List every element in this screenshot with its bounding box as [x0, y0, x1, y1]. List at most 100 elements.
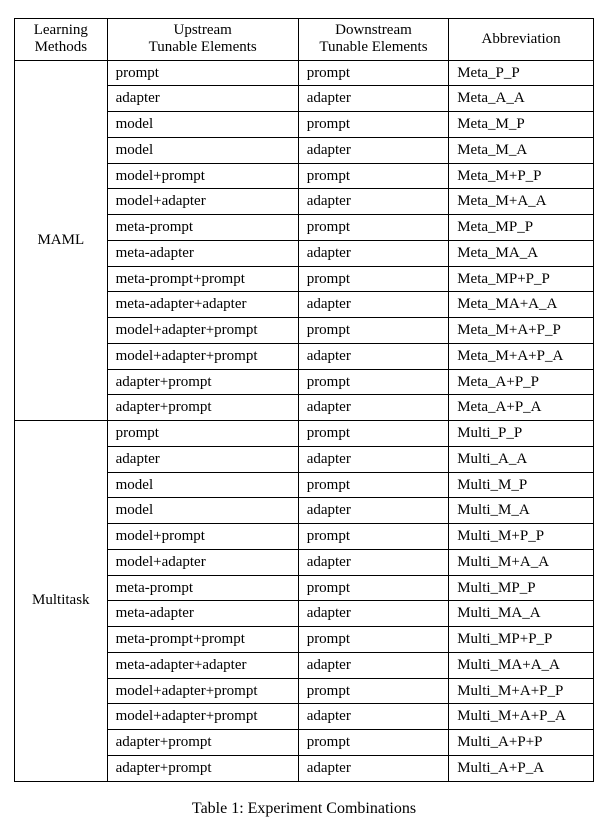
abbr-cell: Multi_A+P+P: [449, 730, 594, 756]
abbr-cell: Multi_M+P_P: [449, 524, 594, 550]
downstream-cell: prompt: [298, 524, 449, 550]
abbr-cell: Meta_MP_P: [449, 215, 594, 241]
upstream-cell: model+adapter: [107, 189, 298, 215]
abbr-cell: Meta_MA_A: [449, 240, 594, 266]
abbr-cell: Multi_M_P: [449, 472, 594, 498]
table-caption: Table 1: Experiment Combinations: [14, 800, 594, 818]
downstream-cell: prompt: [298, 678, 449, 704]
header-text: Tunable Elements: [149, 39, 257, 55]
learning-method-cell: Multitask: [15, 421, 108, 782]
group-maml: MAMLpromptpromptMeta_P_PadapteradapterMe…: [15, 60, 594, 421]
abbr-cell: Multi_M_A: [449, 498, 594, 524]
header-text: Downstream: [335, 22, 412, 38]
abbr-cell: Multi_A_A: [449, 446, 594, 472]
upstream-cell: meta-adapter: [107, 601, 298, 627]
abbr-cell: Meta_M+P_P: [449, 163, 594, 189]
upstream-cell: prompt: [107, 421, 298, 447]
downstream-cell: adapter: [298, 652, 449, 678]
upstream-cell: model+adapter+prompt: [107, 318, 298, 344]
downstream-cell: adapter: [298, 240, 449, 266]
downstream-cell: prompt: [298, 575, 449, 601]
table-row: MAMLpromptpromptMeta_P_P: [15, 60, 594, 86]
upstream-cell: model+adapter+prompt: [107, 678, 298, 704]
downstream-cell: adapter: [298, 343, 449, 369]
downstream-cell: adapter: [298, 395, 449, 421]
abbr-cell: Meta_MA+A_A: [449, 292, 594, 318]
downstream-cell: prompt: [298, 472, 449, 498]
downstream-cell: prompt: [298, 60, 449, 86]
upstream-cell: adapter: [107, 86, 298, 112]
downstream-cell: prompt: [298, 730, 449, 756]
upstream-cell: meta-prompt: [107, 215, 298, 241]
table-row: MultitaskpromptpromptMulti_P_P: [15, 421, 594, 447]
downstream-cell: adapter: [298, 86, 449, 112]
header-text: Abbreviation: [482, 31, 561, 47]
col-header-learning: Learning Methods: [15, 19, 108, 61]
downstream-cell: adapter: [298, 498, 449, 524]
abbr-cell: Multi_MP_P: [449, 575, 594, 601]
downstream-cell: prompt: [298, 369, 449, 395]
downstream-cell: adapter: [298, 549, 449, 575]
abbr-cell: Multi_MA_A: [449, 601, 594, 627]
abbr-cell: Meta_M+A+P_A: [449, 343, 594, 369]
abbr-cell: Multi_MP+P_P: [449, 627, 594, 653]
header-text: Tunable Elements: [319, 39, 427, 55]
downstream-cell: prompt: [298, 421, 449, 447]
downstream-cell: adapter: [298, 755, 449, 781]
downstream-cell: prompt: [298, 627, 449, 653]
downstream-cell: prompt: [298, 318, 449, 344]
downstream-cell: adapter: [298, 189, 449, 215]
upstream-cell: model+prompt: [107, 524, 298, 550]
abbr-cell: Meta_A+P_A: [449, 395, 594, 421]
downstream-cell: prompt: [298, 215, 449, 241]
abbr-cell: Meta_M_P: [449, 112, 594, 138]
abbr-cell: Multi_M+A+P_A: [449, 704, 594, 730]
abbr-cell: Multi_M+A_A: [449, 549, 594, 575]
downstream-cell: prompt: [298, 112, 449, 138]
abbr-cell: Meta_M+A+P_P: [449, 318, 594, 344]
abbr-cell: Meta_MP+P_P: [449, 266, 594, 292]
learning-method-cell: MAML: [15, 60, 108, 421]
abbr-cell: Meta_A+P_P: [449, 369, 594, 395]
upstream-cell: meta-prompt+prompt: [107, 266, 298, 292]
abbr-cell: Multi_A+P_A: [449, 755, 594, 781]
downstream-cell: adapter: [298, 292, 449, 318]
downstream-cell: adapter: [298, 446, 449, 472]
downstream-cell: prompt: [298, 266, 449, 292]
upstream-cell: model+adapter+prompt: [107, 704, 298, 730]
header-text: Methods: [35, 39, 88, 55]
upstream-cell: model: [107, 137, 298, 163]
upstream-cell: meta-prompt+prompt: [107, 627, 298, 653]
upstream-cell: adapter+prompt: [107, 369, 298, 395]
abbr-cell: Multi_M+A+P_P: [449, 678, 594, 704]
upstream-cell: meta-adapter: [107, 240, 298, 266]
abbr-cell: Meta_M+A_A: [449, 189, 594, 215]
abbr-cell: Meta_P_P: [449, 60, 594, 86]
upstream-cell: model+prompt: [107, 163, 298, 189]
col-header-upstream: Upstream Tunable Elements: [107, 19, 298, 61]
upstream-cell: model: [107, 112, 298, 138]
upstream-cell: adapter: [107, 446, 298, 472]
upstream-cell: model: [107, 498, 298, 524]
upstream-cell: meta-adapter+adapter: [107, 292, 298, 318]
upstream-cell: prompt: [107, 60, 298, 86]
upstream-cell: adapter+prompt: [107, 395, 298, 421]
upstream-cell: model+adapter: [107, 549, 298, 575]
header-text: Upstream: [173, 22, 231, 38]
upstream-cell: meta-prompt: [107, 575, 298, 601]
upstream-cell: adapter+prompt: [107, 755, 298, 781]
abbr-cell: Multi_P_P: [449, 421, 594, 447]
downstream-cell: adapter: [298, 137, 449, 163]
upstream-cell: meta-adapter+adapter: [107, 652, 298, 678]
col-header-downstream: Downstream Tunable Elements: [298, 19, 449, 61]
upstream-cell: adapter+prompt: [107, 730, 298, 756]
upstream-cell: model: [107, 472, 298, 498]
experiment-table: Learning Methods Upstream Tunable Elemen…: [14, 18, 594, 782]
downstream-cell: prompt: [298, 163, 449, 189]
group-multitask: MultitaskpromptpromptMulti_P_Padapterada…: [15, 421, 594, 782]
abbr-cell: Meta_M_A: [449, 137, 594, 163]
col-header-abbr: Abbreviation: [449, 19, 594, 61]
downstream-cell: adapter: [298, 601, 449, 627]
downstream-cell: adapter: [298, 704, 449, 730]
abbr-cell: Meta_A_A: [449, 86, 594, 112]
